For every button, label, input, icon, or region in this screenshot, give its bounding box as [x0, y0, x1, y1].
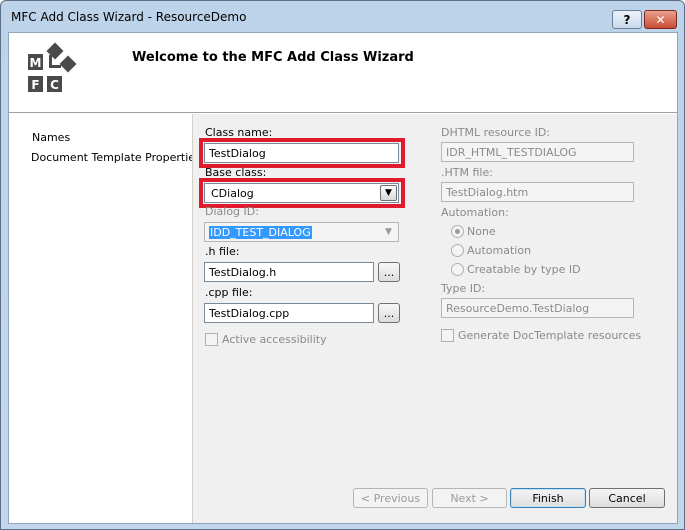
mfc-logo-icon: M F C — [28, 42, 77, 92]
automation-creatable-radio[interactable] — [451, 263, 464, 276]
dhtml-resource-id-input[interactable]: IDR_HTML_TESTDIALOG — [441, 142, 634, 162]
type-id-input[interactable]: ResourceDemo.TestDialog — [441, 298, 634, 318]
class-name-highlight — [199, 138, 405, 168]
dialog-id-value: IDD_TEST_DIALOG — [209, 226, 312, 239]
logo-letter-f: F — [31, 78, 39, 92]
active-accessibility-checkbox[interactable] — [205, 333, 218, 346]
nav-item-names[interactable]: Names — [32, 131, 70, 144]
automation-none-label: None — [467, 225, 496, 238]
h-file-label: .h file: — [205, 245, 240, 258]
h-file-browse-button[interactable]: ... — [378, 262, 400, 282]
htm-file-input[interactable]: TestDialog.htm — [441, 182, 634, 202]
generate-doctemplate-checkbox[interactable] — [441, 329, 454, 342]
cpp-file-label: .cpp file: — [205, 286, 253, 299]
active-accessibility-label: Active accessibility — [222, 333, 327, 346]
dialog-id-select[interactable]: IDD_TEST_DIALOG ▼ — [204, 222, 399, 242]
finish-button[interactable]: Finish — [510, 488, 586, 508]
page-title: Welcome to the MFC Add Class Wizard — [132, 50, 414, 65]
next-button[interactable]: Next > — [432, 488, 507, 508]
cpp-file-browse-button[interactable]: ... — [378, 303, 400, 323]
close-button[interactable]: ✕ — [644, 10, 677, 29]
automation-none-radio[interactable] — [451, 225, 464, 238]
h-file-input[interactable]: TestDialog.h — [204, 262, 374, 282]
previous-button[interactable]: < Previous — [353, 488, 428, 508]
automation-automation-label: Automation — [467, 244, 532, 257]
htm-file-label: .HTM file: — [441, 166, 493, 179]
dhtml-resource-id-label: DHTML resource ID: — [441, 126, 551, 139]
wizard-nav: Names Document Template Properties — [9, 114, 201, 523]
generate-doctemplate-label: Generate DocTemplate resources — [458, 329, 642, 342]
cancel-button[interactable]: Cancel — [589, 488, 665, 508]
form-panel: Class name: TestDialog Base class: CDial… — [193, 114, 677, 523]
type-id-label: Type ID: — [441, 282, 486, 295]
dialog-id-label: Dialog ID: — [205, 205, 259, 218]
dialog-client-area: M F C Welcome to the MFC Add Class Wizar… — [8, 32, 678, 524]
nav-item-document-template-properties[interactable]: Document Template Properties — [31, 151, 201, 164]
base-class-highlight — [199, 178, 405, 208]
chevron-down-icon: ▼ — [385, 227, 392, 237]
wizard-window: MFC Add Class Wizard - ResourceDemo ? ✕ … — [0, 0, 685, 530]
logo-letter-c: C — [50, 78, 59, 92]
automation-label: Automation: — [441, 206, 509, 219]
wizard-header: M F C Welcome to the MFC Add Class Wizar… — [9, 33, 677, 111]
cpp-file-input[interactable]: TestDialog.cpp — [204, 303, 374, 323]
window-title: MFC Add Class Wizard - ResourceDemo — [11, 10, 247, 24]
logo-letter-m: M — [30, 56, 42, 70]
automation-creatable-label: Creatable by type ID — [467, 263, 581, 276]
title-bar[interactable]: MFC Add Class Wizard - ResourceDemo ? ✕ — [1, 1, 684, 31]
automation-automation-radio[interactable] — [451, 244, 464, 257]
help-button[interactable]: ? — [612, 10, 642, 29]
